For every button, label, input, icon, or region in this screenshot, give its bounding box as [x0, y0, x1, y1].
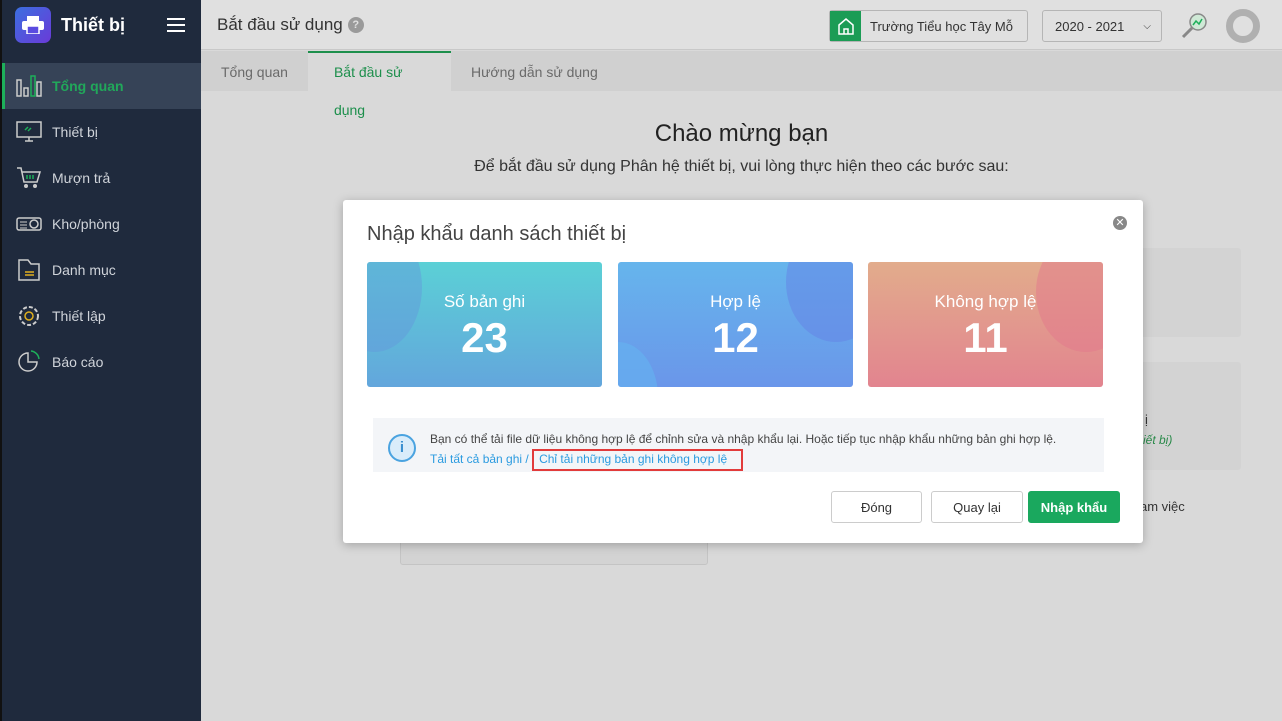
info-box: i Bạn có thể tải file dữ liệu không hợp … [373, 418, 1104, 472]
stat-value: 12 [712, 314, 759, 361]
tab-getting-started[interactable]: Bắt đầu sử dụng [307, 51, 451, 118]
sidebar-item-devices[interactable]: Thiết bị [2, 109, 201, 155]
welcome: Chào mừng bạn Để bắt đầu sử dụng Phân hệ… [201, 120, 1282, 176]
welcome-subtitle: Để bắt đầu sử dụng Phân hệ thiết bị, vui… [474, 158, 1009, 175]
dialog-title: Nhập khẩu danh sách thiết bị [367, 223, 627, 245]
gear-icon [19, 306, 39, 326]
background-text: ị [1145, 412, 1148, 427]
stat-value: 23 [461, 314, 508, 361]
import-dialog: Nhập khẩu danh sách thiết bị ✕ Số bản gh… [343, 200, 1143, 543]
header: Bắt đầu sử dụng ? Trường Tiểu học Tây Mỗ… [201, 0, 1282, 50]
stat-label: Hợp lệ [710, 292, 761, 311]
download-all-link[interactable]: Tải tất cả bản ghi [430, 452, 522, 466]
sidebar-item-label: Mượn trả [52, 170, 111, 186]
stat-invalid: Không hợp lệ 11 [868, 262, 1103, 387]
info-message: Bạn có thể tải file dữ liệu không hợp lệ… [430, 432, 1057, 446]
info-icon: i [388, 434, 416, 462]
sidebar-item-label: Tổng quan [52, 78, 124, 94]
search-analytics-icon[interactable] [1180, 12, 1208, 40]
sidebar: Thiết bị Tổng quan Thiết bị Mượn trả Kho… [0, 0, 201, 721]
avatar[interactable] [1226, 9, 1260, 43]
tab-bar: Tổng quan Bắt đầu sử dụng Hướng dẫn sử d… [201, 51, 1282, 118]
year-select[interactable]: 2020 - 2021 ⌵ [1042, 10, 1162, 42]
pie-chart-icon [18, 350, 40, 372]
folder-icon [18, 259, 40, 281]
year-value: 2020 - 2021 [1055, 18, 1125, 34]
link-separator: / [525, 452, 529, 466]
stat-total: Số bản ghi 23 [367, 262, 602, 387]
sidebar-item-label: Thiết bị [52, 124, 98, 140]
download-invalid-link[interactable]: Chỉ tải những bản ghi không hợp lệ [532, 449, 744, 471]
tab-user-guide[interactable]: Hướng dẫn sử dụng [451, 51, 618, 91]
sidebar-item-borrow[interactable]: Mượn trả [2, 155, 201, 201]
help-icon[interactable]: ? [347, 16, 364, 33]
sidebar-item-label: Kho/phòng [52, 216, 120, 232]
cart-icon [17, 167, 42, 188]
sidebar-item-label: Báo cáo [52, 354, 104, 370]
sidebar-item-categories[interactable]: Danh mục [2, 247, 201, 293]
sidebar-item-overview[interactable]: Tổng quan [2, 63, 201, 109]
sidebar-item-reports[interactable]: Báo cáo [2, 339, 201, 385]
background-text: am việc [1140, 499, 1185, 514]
sidebar-item-settings[interactable]: Thiết lập [2, 293, 201, 339]
sidebar-item-label: Thiết lập [52, 308, 106, 324]
back-button[interactable]: Quay lại [931, 491, 1023, 523]
page-title: Bắt đầu sử dụng [217, 14, 343, 34]
welcome-title: Chào mừng bạn [654, 120, 829, 147]
home-icon [830, 11, 861, 41]
stat-value: 11 [963, 314, 1008, 361]
projector-icon [16, 217, 42, 231]
brand: Thiết bị [2, 0, 201, 50]
stat-label: Không hợp lệ [934, 292, 1037, 311]
stat-valid: Hợp lệ 12 [618, 262, 853, 387]
tab-overview[interactable]: Tổng quan [201, 51, 308, 91]
school-name: Trường Tiểu học Tây Mỗ [870, 18, 1013, 34]
sidebar-item-storage[interactable]: Kho/phòng [2, 201, 201, 247]
import-button[interactable]: Nhập khẩu [1028, 491, 1120, 523]
stat-label: Số bản ghi [443, 292, 526, 311]
school-selector[interactable]: Trường Tiểu học Tây Mỗ [829, 10, 1028, 42]
printer-icon [15, 7, 51, 43]
app-title: Thiết bị [61, 14, 125, 35]
chevron-down-icon: ⌵ [1143, 20, 1151, 32]
bar-chart-icon [16, 75, 42, 97]
monitor-icon [16, 121, 42, 142]
background-text: iết bị) [1143, 433, 1173, 447]
menu-toggle-icon[interactable] [167, 14, 185, 36]
sidebar-item-label: Danh mục [52, 262, 116, 278]
close-icon[interactable]: ✕ [1113, 216, 1127, 230]
close-button[interactable]: Đóng [831, 491, 922, 523]
